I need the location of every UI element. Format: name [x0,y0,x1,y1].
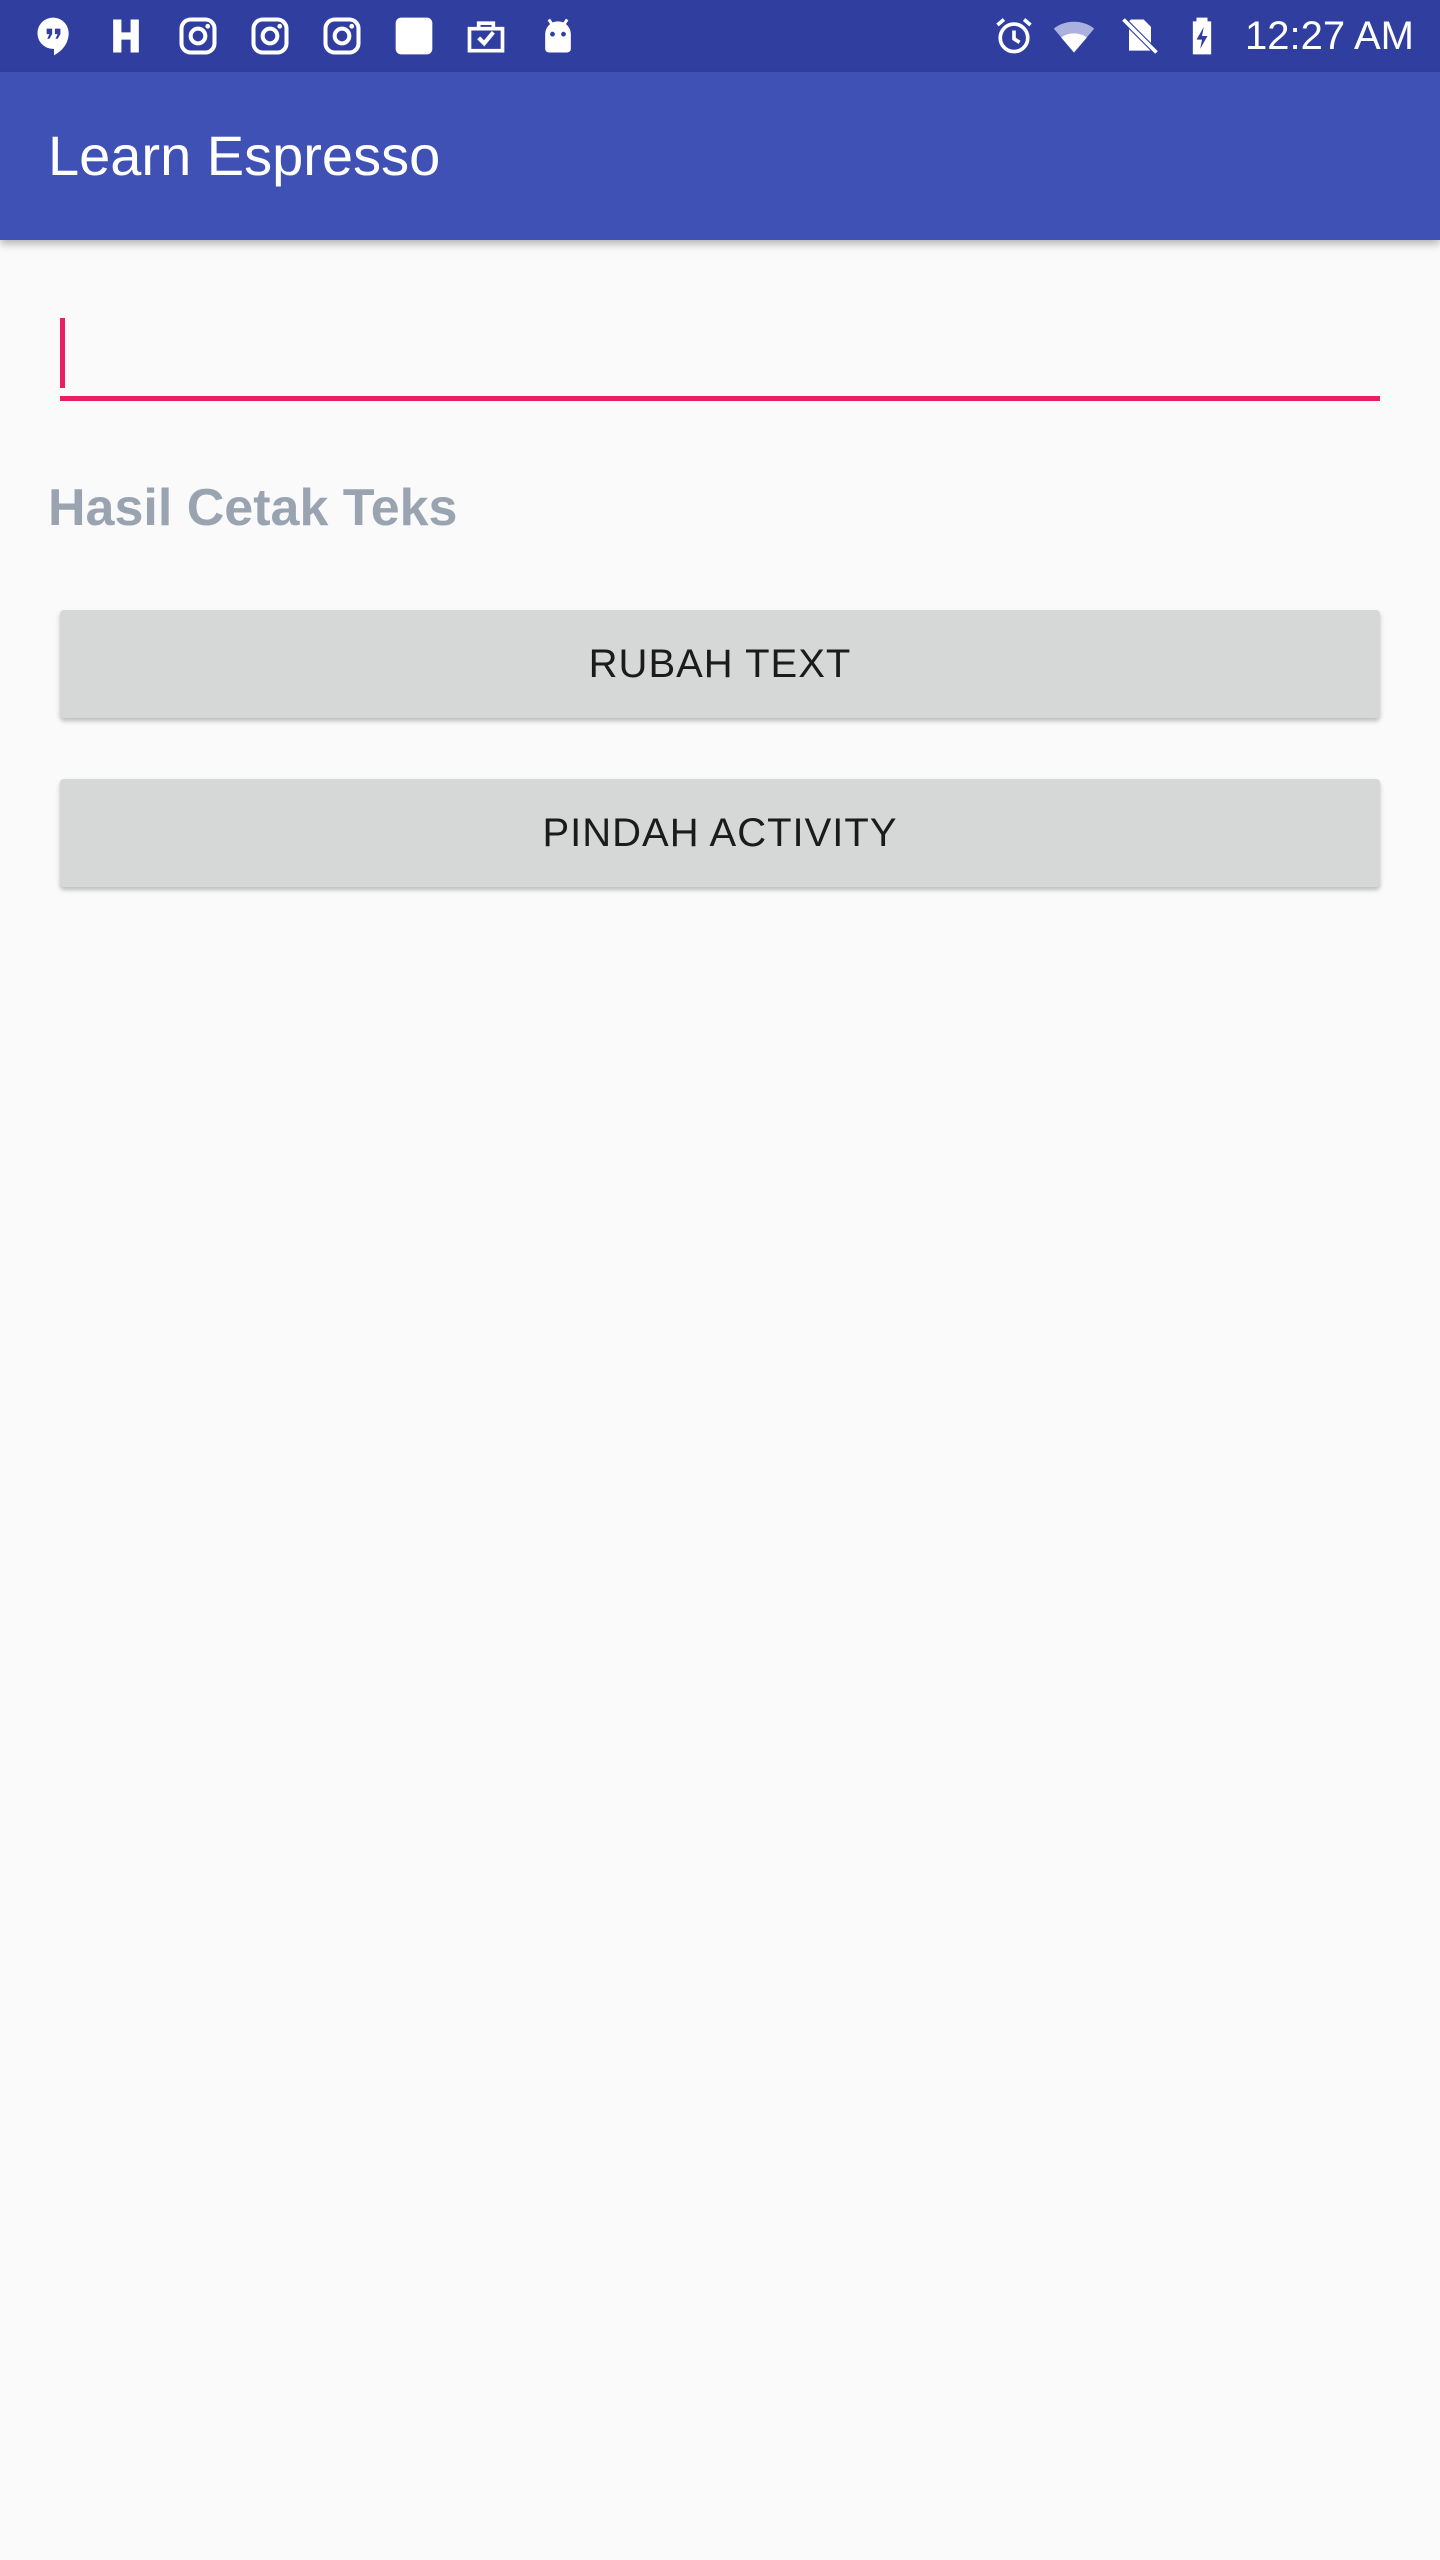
no-sim-icon [1116,12,1164,60]
alarm-icon [990,12,1038,60]
android-icon [534,12,582,60]
app-title: Learn Espresso [48,124,441,187]
instagram-icon [174,12,222,60]
instagram-icon [246,12,294,60]
wifi-icon [1050,12,1098,60]
blank-square-icon [390,12,438,60]
result-text-label: Hasil Cetak Teks [48,479,458,537]
hangouts-icon [30,12,78,60]
briefcase-check-icon [462,12,510,60]
status-clock: 12:27 AM [1244,14,1414,58]
text-cursor [60,318,65,388]
text-input-container[interactable] [60,312,1380,402]
move-activity-button[interactable]: PINDAH ACTIVITY [60,779,1380,887]
status-bar: 12:27 AM [0,0,1440,72]
text-input[interactable] [60,312,1380,396]
app-toolbar: Learn Espresso [0,72,1440,240]
change-text-button[interactable]: RUBAH TEXT [60,610,1380,718]
battery-charging-icon [1178,12,1226,60]
h-app-icon [102,12,150,60]
input-underline [60,396,1380,401]
instagram-icon [318,12,366,60]
